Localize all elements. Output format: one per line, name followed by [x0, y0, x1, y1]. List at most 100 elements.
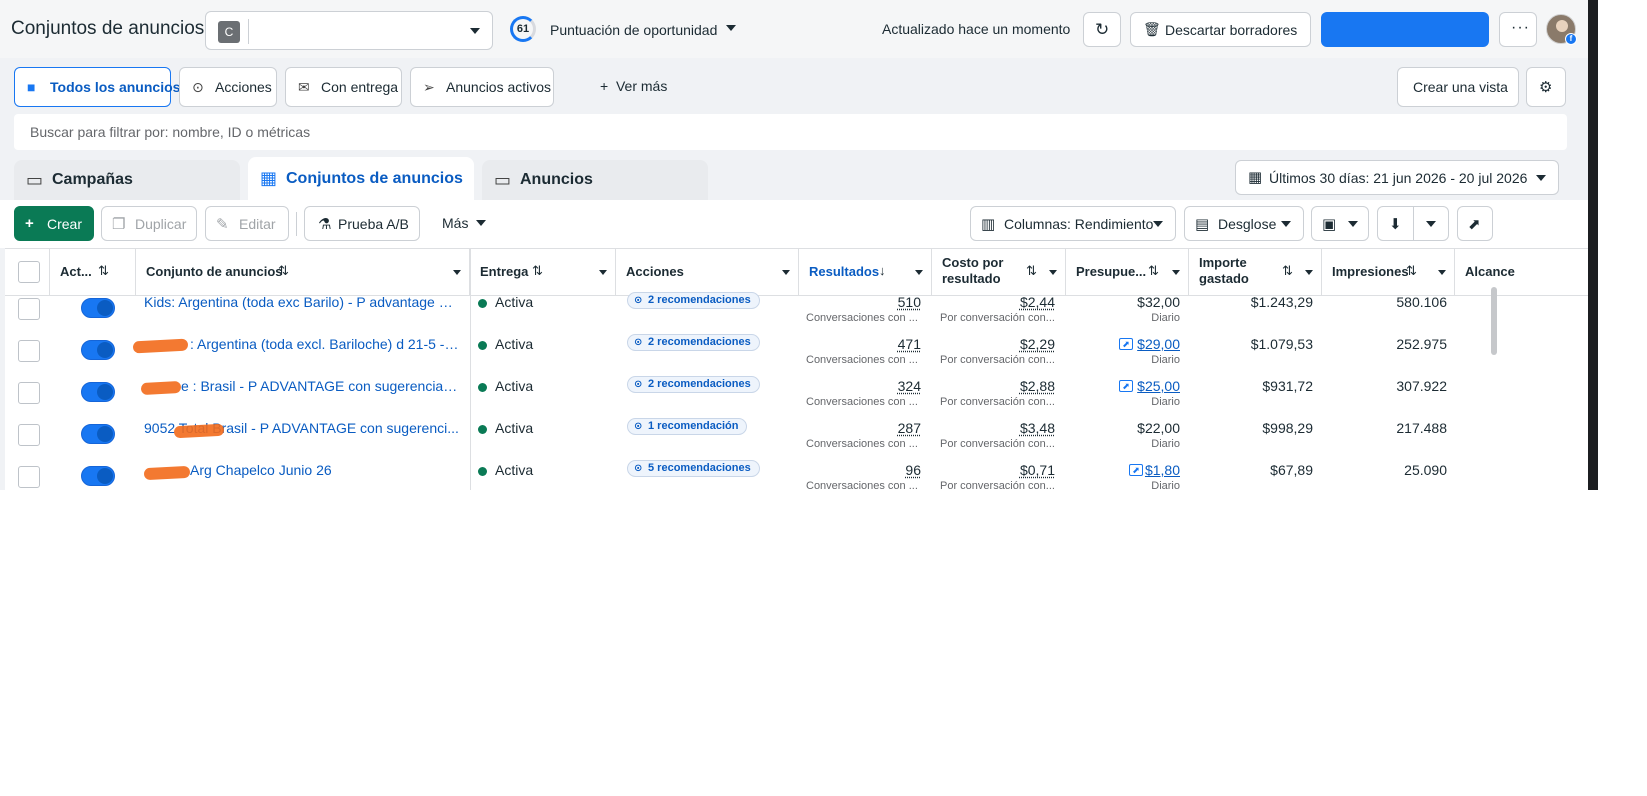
chevron-down-icon: [1153, 221, 1163, 227]
adset-name-link[interactable]: : Argentina (toda excl. Bariloche) d 21-…: [190, 336, 460, 352]
discard-drafts-button[interactable]: 🗑 Descartar borradores: [1130, 12, 1311, 47]
recommendations-badge[interactable]: ⊙ 2 recomendaciones: [627, 292, 760, 309]
folder-icon: ■: [27, 79, 36, 95]
cost-subtext: Por conversación con...: [940, 354, 1055, 366]
table-row[interactable]: 9052 Total Brasil - P ADVANTAGE con suge…: [5, 412, 1588, 456]
search-input[interactable]: [14, 114, 1567, 150]
active-toggle[interactable]: [81, 382, 115, 402]
table-row[interactable]: : Argentina (toda excl. Bariloche) d 21-…: [5, 328, 1588, 372]
cost-subtext: Por conversación con...: [940, 438, 1055, 450]
budget-value[interactable]: $25,00: [1137, 378, 1180, 394]
breakdown-button[interactable]: ▤ Desglose: [1184, 206, 1304, 241]
export-button[interactable]: ⬇: [1377, 206, 1449, 241]
row-checkbox[interactable]: [18, 382, 40, 404]
tab-adsets[interactable]: ▦ Conjuntos de anuncios: [248, 157, 474, 200]
header-label: Entrega: [480, 264, 529, 279]
table-row[interactable]: e : Brasil - P ADVANTAGE con sugerencia …: [5, 370, 1588, 414]
cost-value: $0,71: [1019, 462, 1055, 478]
header-label: Act...: [60, 264, 92, 279]
impressions-value: 580.106: [1396, 294, 1447, 310]
reports-icon: ▣: [1322, 216, 1337, 233]
budget-subtext: Diario: [1151, 396, 1180, 408]
active-toggle[interactable]: [81, 424, 115, 444]
row-checkbox[interactable]: [18, 298, 40, 320]
ab-test-button[interactable]: ⚗ Prueba A/B: [304, 206, 420, 241]
table-toolbar: + Crear ❐ Duplicar ✎ Editar ⚗ Prueba A/B…: [0, 200, 1588, 248]
columns-button[interactable]: ▥ Columnas: Rendimiento: [970, 206, 1176, 241]
refresh-button[interactable]: ↻: [1083, 12, 1121, 47]
adset-name-link[interactable]: e : Brasil - P ADVANTAGE con sugerencia …: [181, 378, 461, 394]
view-with-delivery[interactable]: ✉ Con entrega: [285, 67, 402, 107]
budget-value[interactable]: $32,00: [1137, 294, 1180, 310]
chevron-down-icon: [453, 270, 461, 275]
download-icon: ⬇: [1389, 216, 1402, 233]
account-selector[interactable]: C: [205, 11, 493, 50]
more-options-button[interactable]: ···: [1499, 12, 1537, 47]
charts-toggle-button[interactable]: ⬈: [1457, 206, 1493, 241]
cost-subtext: Por conversación con...: [940, 312, 1055, 324]
adset-name-link[interactable]: Kids: Argentina (toda exc Barilo) - P ad…: [144, 294, 460, 310]
budget-subtext: Diario: [1151, 354, 1180, 366]
ad-window-icon: ▭: [494, 170, 512, 190]
active-toggle[interactable]: [81, 466, 115, 486]
budget-chart-icon[interactable]: ⬈: [1129, 464, 1143, 476]
active-toggle[interactable]: [81, 340, 115, 360]
row-checkbox[interactable]: [18, 340, 40, 362]
view-label: Anuncios activos: [446, 79, 552, 95]
row-checkbox[interactable]: [18, 466, 40, 488]
recommendations-badge[interactable]: ⊙ 1 recomendación: [627, 418, 748, 435]
upload-circle-icon: ⊙: [192, 79, 204, 95]
view-all-ads[interactable]: ■ Todos los anuncios: [14, 67, 180, 107]
header-label: Importe: [1199, 255, 1247, 270]
row-checkbox[interactable]: [18, 424, 40, 446]
edit-button[interactable]: ✎ Editar: [205, 206, 289, 241]
window-edge: [1588, 0, 1598, 490]
active-toggle[interactable]: [81, 298, 115, 318]
chevron-down-icon: [1536, 175, 1546, 181]
results-subtext: Conversaciones con ...: [806, 396, 918, 408]
duplicate-button[interactable]: ❐ Duplicar: [101, 206, 197, 241]
header-label: Alcance: [1465, 264, 1515, 279]
budget-chart-icon[interactable]: ⬈: [1119, 338, 1133, 350]
table-row[interactable]: Arg Chapelco Junio 26 Activa ⊙ 5 recomend…: [5, 454, 1588, 490]
see-more-views-button[interactable]: + Ver más: [600, 78, 667, 94]
results-value: 287: [897, 420, 921, 436]
budget-value[interactable]: $29,00: [1137, 336, 1180, 352]
create-button[interactable]: + Crear: [14, 206, 94, 241]
select-all-checkbox[interactable]: [18, 261, 40, 283]
results-subtext: Conversaciones con ...: [806, 312, 918, 324]
create-view-label: Crear una vista: [1413, 79, 1508, 95]
search-bar: [14, 114, 1567, 150]
campaign-folder-icon: ▭: [26, 170, 44, 190]
recommendations-badge[interactable]: ⊙ 2 recomendaciones: [627, 334, 760, 351]
recommendations-badge[interactable]: ⊙ 5 recomendaciones: [627, 460, 760, 477]
results-value: 324: [897, 378, 921, 394]
sort-descending-icon: ↓: [879, 263, 886, 278]
edit-label: Editar: [239, 216, 276, 232]
recommendations-label: 2 recomendaciones: [648, 378, 751, 390]
table-scrollbar[interactable]: [1491, 287, 1497, 355]
recommendations-badge[interactable]: ⊙ 2 recomendaciones: [627, 376, 760, 393]
table-row[interactable]: Kids: Argentina (toda exc Barilo) - P ad…: [5, 286, 1588, 330]
recommendation-icon: ⊙: [634, 463, 643, 474]
create-view-button[interactable]: Crear una vista: [1397, 67, 1519, 107]
reports-button[interactable]: ▣: [1311, 206, 1369, 241]
tab-campaigns[interactable]: ▭ Campañas: [14, 160, 240, 200]
chevron-down-icon: [1426, 221, 1436, 227]
sort-icon: ⇅: [1406, 263, 1417, 278]
budget-value[interactable]: $22,00: [1137, 420, 1180, 436]
view-settings-button[interactable]: ⚙: [1526, 67, 1566, 107]
cost-value: $3,48: [1019, 420, 1055, 436]
view-actions[interactable]: ⊙ Acciones: [179, 67, 277, 107]
budget-chart-icon[interactable]: ⬈: [1119, 380, 1133, 392]
publish-button[interactable]: [1321, 12, 1489, 47]
chevron-down-icon: [476, 220, 486, 226]
tab-ads[interactable]: ▭ Anuncios: [482, 160, 708, 200]
trend-chart-icon: ⬈: [1468, 216, 1481, 233]
date-range-picker[interactable]: ▦ Últimos 30 días: 21 jun 2026 - 20 jul …: [1235, 160, 1559, 195]
ads-manager-app: Conjuntos de anuncios C 61 Puntuación de…: [0, 0, 1588, 490]
more-actions-button[interactable]: Más: [432, 206, 494, 241]
adset-name-link[interactable]: Arg Chapelco Junio 26: [190, 462, 460, 478]
view-active-ads[interactable]: ➢ Anuncios activos: [410, 67, 554, 107]
budget-value[interactable]: $1,80: [1145, 462, 1180, 478]
